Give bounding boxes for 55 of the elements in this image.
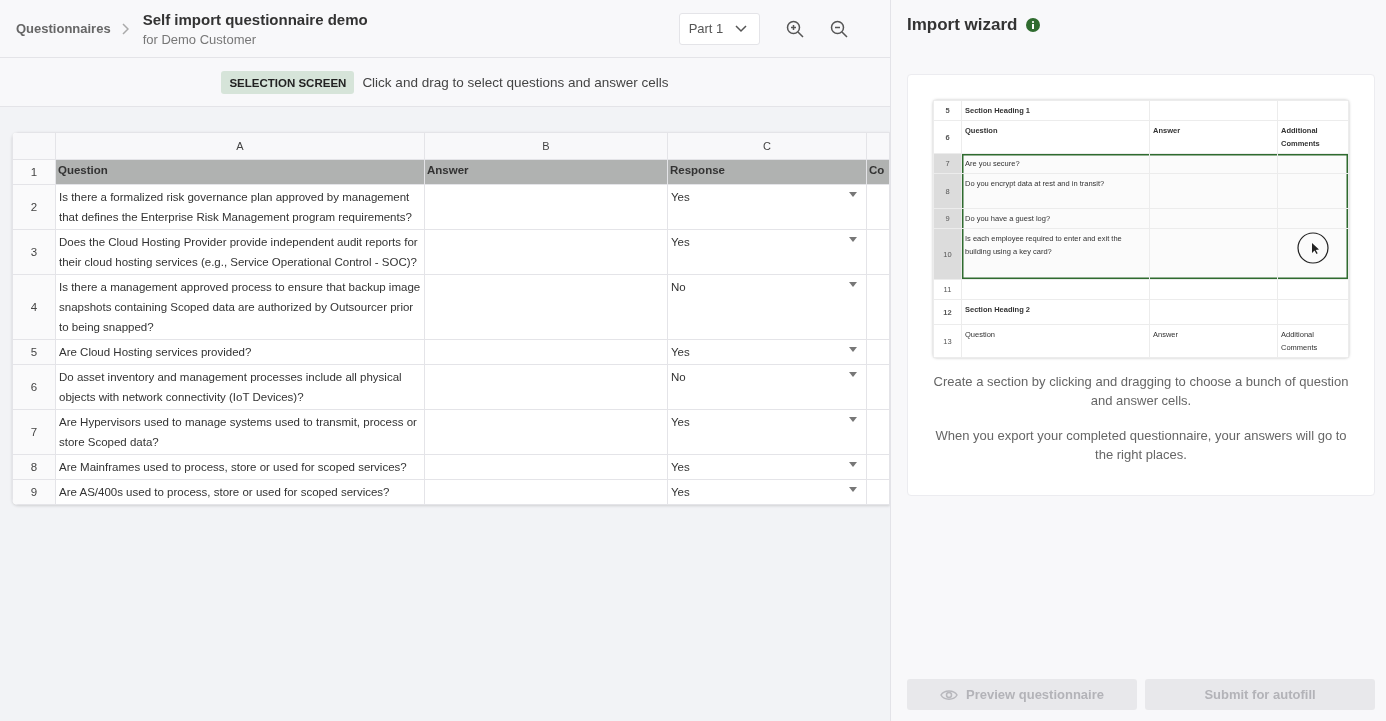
row-number: 2 [12, 184, 56, 230]
instruction-text: Click and drag to select questions and answer cells [362, 74, 669, 90]
row-number: 4 [12, 274, 56, 340]
dropdown-cell[interactable]: Yes [667, 454, 867, 480]
dropdown-cell[interactable]: Yes [667, 339, 867, 365]
row-number: 6 [12, 364, 56, 410]
help-text: Create a section by clicking and dragging to choose a bunch of question and answer cells. [933, 373, 1349, 410]
row-number: 9 [12, 479, 56, 505]
dropdown-caret-icon [849, 487, 857, 492]
column-header[interactable]: C [667, 132, 867, 160]
info-icon [1025, 17, 1040, 32]
zoom-out-icon[interactable] [830, 19, 849, 38]
help-text: When you export your completed questionnaire, your answers will go to the right places. [934, 427, 1348, 464]
table-cell: Are Cloud Hosting services provided? [55, 339, 425, 365]
table-cell: Are Mainframes used to process, store or used for scoped services? [55, 454, 425, 480]
dropdown-cell[interactable]: Yes [667, 409, 867, 455]
dropdown-cell[interactable]: Yes [667, 184, 867, 230]
column-header[interactable]: B [424, 132, 668, 160]
row-number: 8 [12, 454, 56, 480]
row-number: 5 [12, 339, 56, 365]
table-cell: Does the Cloud Hosting Provider provide independent audit reports for their cloud hosting services (e.g., Service Operational Control - SOC)? [55, 229, 425, 275]
dropdown-cell[interactable]: Yes [667, 479, 867, 505]
dropdown-cell[interactable]: No [667, 274, 867, 340]
cursor-icon [1297, 232, 1329, 264]
dropdown-cell[interactable]: No [667, 364, 867, 410]
table-cell: Is there a formalized risk governance plan approved by management that defines the Enterprise Risk Management program requirements? [55, 184, 425, 230]
column-header[interactable]: A [55, 132, 425, 160]
row-number: 1 [12, 159, 56, 185]
dropdown-caret-icon [849, 347, 857, 352]
table-cell: Are AS/400s used to process, store or used for scoped services? [55, 479, 425, 505]
table-cell: Do asset inventory and management processes include all physical objects with network connectivity (IoT Devices)? [55, 364, 425, 410]
page-subtitle: for Demo Customer [142, 31, 258, 47]
header-cell: Answer [424, 159, 668, 185]
part-dropdown[interactable]: Part 1 [678, 12, 761, 45]
table-cell: Are Hypervisors used to manage systems used to transmit, process or store Scoped data? [55, 409, 425, 455]
dropdown-caret-icon [849, 417, 857, 422]
dropdown-cell[interactable]: Yes [667, 229, 867, 275]
header-cell: Question [55, 159, 425, 185]
chevron-right-icon [120, 22, 129, 35]
page-title: Self import questionnaire demo [142, 10, 369, 28]
eye-icon [940, 688, 958, 701]
dropdown-caret-icon [849, 462, 857, 467]
breadcrumb-link[interactable]: Questionnaires [16, 21, 111, 36]
zoom-in-icon[interactable] [786, 19, 805, 38]
table-cell: Is there a management approved process to ensure that backup image snapshots containing Scoped data are authorized by Outsourcer prior to being snapped? [55, 274, 425, 340]
chevron-down-icon [735, 24, 748, 33]
panel-title: Import wizard [907, 14, 1018, 35]
header-cell: Response [667, 159, 867, 185]
row-number: 7 [12, 409, 56, 455]
dropdown-caret-icon [849, 192, 857, 197]
dropdown-caret-icon [849, 282, 857, 287]
row-number: 3 [12, 229, 56, 275]
mode-badge: SELECTION SCREEN [221, 70, 355, 94]
dropdown-caret-icon [849, 372, 857, 377]
dropdown-caret-icon [849, 237, 857, 242]
